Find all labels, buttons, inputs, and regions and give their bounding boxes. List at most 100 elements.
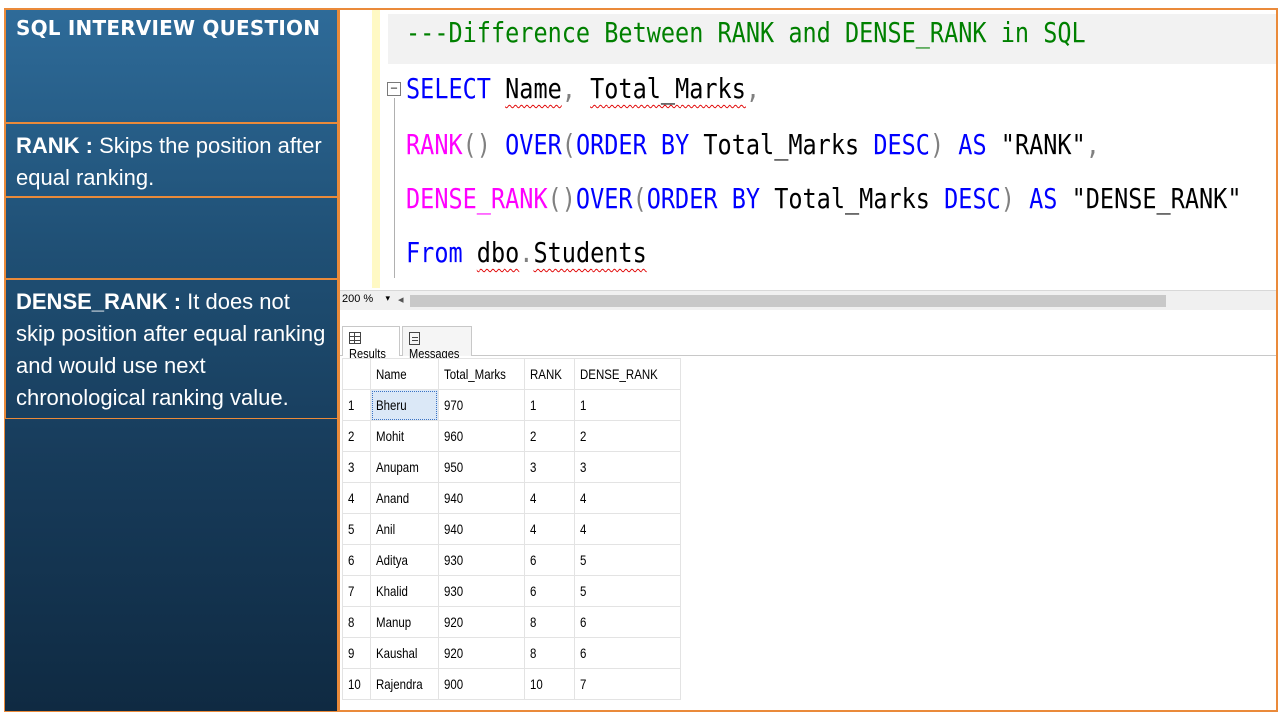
cell-value: Anupam [376,459,419,475]
table-cell[interactable]: 8 [524,606,576,638]
table-cell[interactable]: Anand [370,482,439,514]
table-cell[interactable]: Bheru [370,389,439,421]
table-row[interactable]: 8 Manup 920 8 6 [342,606,682,638]
cell-value: 6 [348,552,355,568]
table-row[interactable]: 6 Aditya 930 6 5 [342,544,682,576]
table-row[interactable]: 9 Kaushal 920 8 6 [342,637,682,669]
table-cell[interactable]: Anil [370,513,439,545]
table-row[interactable]: 7 Khalid 930 6 5 [342,575,682,607]
column-header[interactable]: Name [370,358,439,390]
table-row[interactable]: 3 Anupam 950 3 3 [342,451,682,483]
row-number[interactable]: 5 [342,513,371,545]
table-cell[interactable]: Khalid [370,575,439,607]
cell-value: 2 [580,428,587,444]
table-cell[interactable]: 1 [524,389,576,421]
results-tabs: Results Messages [340,322,1276,361]
table-cell[interactable]: 920 [437,606,526,638]
cell-value: Mohit [376,428,405,444]
cell-value: 5 [580,583,587,599]
table-cell[interactable]: 6 [524,544,576,576]
tab-results[interactable]: Results [342,326,400,361]
table-cell[interactable]: 5 [574,575,682,607]
table-cell[interactable]: 10 [524,668,576,700]
column-header-label: Total_Marks [443,366,506,382]
table-cell[interactable]: 3 [524,451,576,483]
grid-header-row: Name Total_Marks RANK DENSE_RANK [342,358,682,390]
table-cell[interactable]: Manup [370,606,439,638]
cell-value: 4 [348,490,355,506]
horizontal-scrollbar[interactable] [410,295,1166,307]
table-cell[interactable]: 960 [437,420,526,452]
paren: ( [561,128,576,161]
table-row[interactable]: 4 Anand 940 4 4 [342,482,682,514]
column-header[interactable]: Total_Marks [437,358,526,390]
table-cell[interactable]: 6 [574,606,682,638]
table-cell[interactable]: Rajendra [370,668,439,700]
code-line-select[interactable]: SELECT Name, Total_Marks, [406,72,760,105]
table-row[interactable]: 5 Anil 940 4 4 [342,513,682,545]
table-cell[interactable]: 2 [524,420,576,452]
col-ref: Total_Marks [703,128,860,161]
table-cell[interactable]: 2 [574,420,682,452]
collapse-toggle-icon[interactable]: − [387,82,401,96]
row-number[interactable]: 2 [342,420,371,452]
table-cell[interactable]: 8 [524,637,576,669]
code-line-from[interactable]: From dbo.Students [406,236,647,269]
table-cell[interactable]: 940 [437,513,526,545]
cell-value: Aditya [376,552,408,568]
table-cell[interactable]: 4 [574,482,682,514]
table-cell[interactable]: 5 [574,544,682,576]
table-cell[interactable]: 4 [524,482,576,514]
query-editor[interactable]: ---Difference Between RANK and DENSE_RAN… [340,10,1276,288]
table-cell[interactable]: 6 [574,637,682,669]
code-line-rank[interactable]: RANK() OVER(ORDER BY Total_Marks DESC) A… [406,128,1100,161]
row-number[interactable]: 1 [342,389,371,421]
row-number[interactable]: 4 [342,482,371,514]
table-cell[interactable]: 1 [574,389,682,421]
code-comment-line[interactable]: ---Difference Between RANK and DENSE_RAN… [406,16,1086,49]
zoom-dropdown[interactable]: 200 % ▾ [340,293,394,309]
table-cell[interactable]: 930 [437,544,526,576]
table-cell[interactable]: 920 [437,637,526,669]
table-cell[interactable]: 950 [437,451,526,483]
row-number[interactable]: 8 [342,606,371,638]
rank-term: RANK : [16,133,93,158]
row-number[interactable]: 9 [342,637,371,669]
table-cell[interactable]: 4 [574,513,682,545]
row-number[interactable]: 7 [342,575,371,607]
cell-value: 8 [530,614,537,630]
row-number[interactable]: 3 [342,451,371,483]
table-cell[interactable]: Mohit [370,420,439,452]
kw-select: SELECT [406,72,491,105]
table-cell[interactable]: 4 [524,513,576,545]
table-cell[interactable]: 900 [437,668,526,700]
column-header[interactable]: RANK [524,358,576,390]
row-number[interactable]: 10 [342,668,371,700]
table-cell[interactable]: 940 [437,482,526,514]
table-cell[interactable]: 6 [524,575,576,607]
table-cell[interactable]: Aditya [370,544,439,576]
scroll-left-icon[interactable]: ◂ [398,293,404,306]
row-number[interactable]: 6 [342,544,371,576]
fold-guide [394,98,395,278]
panel-footer [5,419,339,713]
cell-value: Manup [376,614,412,630]
cell-value: Bheru [376,397,407,413]
table-cell[interactable]: 930 [437,575,526,607]
grid-body: 1 Bheru 970 1 1 2 Mohit 960 2 2 3 Anupam 950 3 3 4 Anand… [342,389,682,700]
results-grid: Name Total_Marks RANK DENSE_RANK 1 Bheru 9… [342,358,682,700]
code-line-dense-rank[interactable]: DENSE_RANK()OVER(ORDER BY Total_Marks DE… [406,182,1242,215]
cell-value: 1 [530,397,537,413]
table-row[interactable]: 1 Bheru 970 1 1 [342,389,682,421]
table-cell[interactable]: Anupam [370,451,439,483]
cell-value: 930 [443,583,463,599]
tab-messages[interactable]: Messages [402,326,472,361]
table-cell[interactable]: 7 [574,668,682,700]
cell-value: 7 [348,583,355,599]
table-row[interactable]: 2 Mohit 960 2 2 [342,420,682,452]
table-cell[interactable]: 3 [574,451,682,483]
table-row[interactable]: 10 Rajendra 900 10 7 [342,668,682,700]
table-cell[interactable]: 970 [437,389,526,421]
table-cell[interactable]: Kaushal [370,637,439,669]
column-header[interactable]: DENSE_RANK [574,358,682,390]
